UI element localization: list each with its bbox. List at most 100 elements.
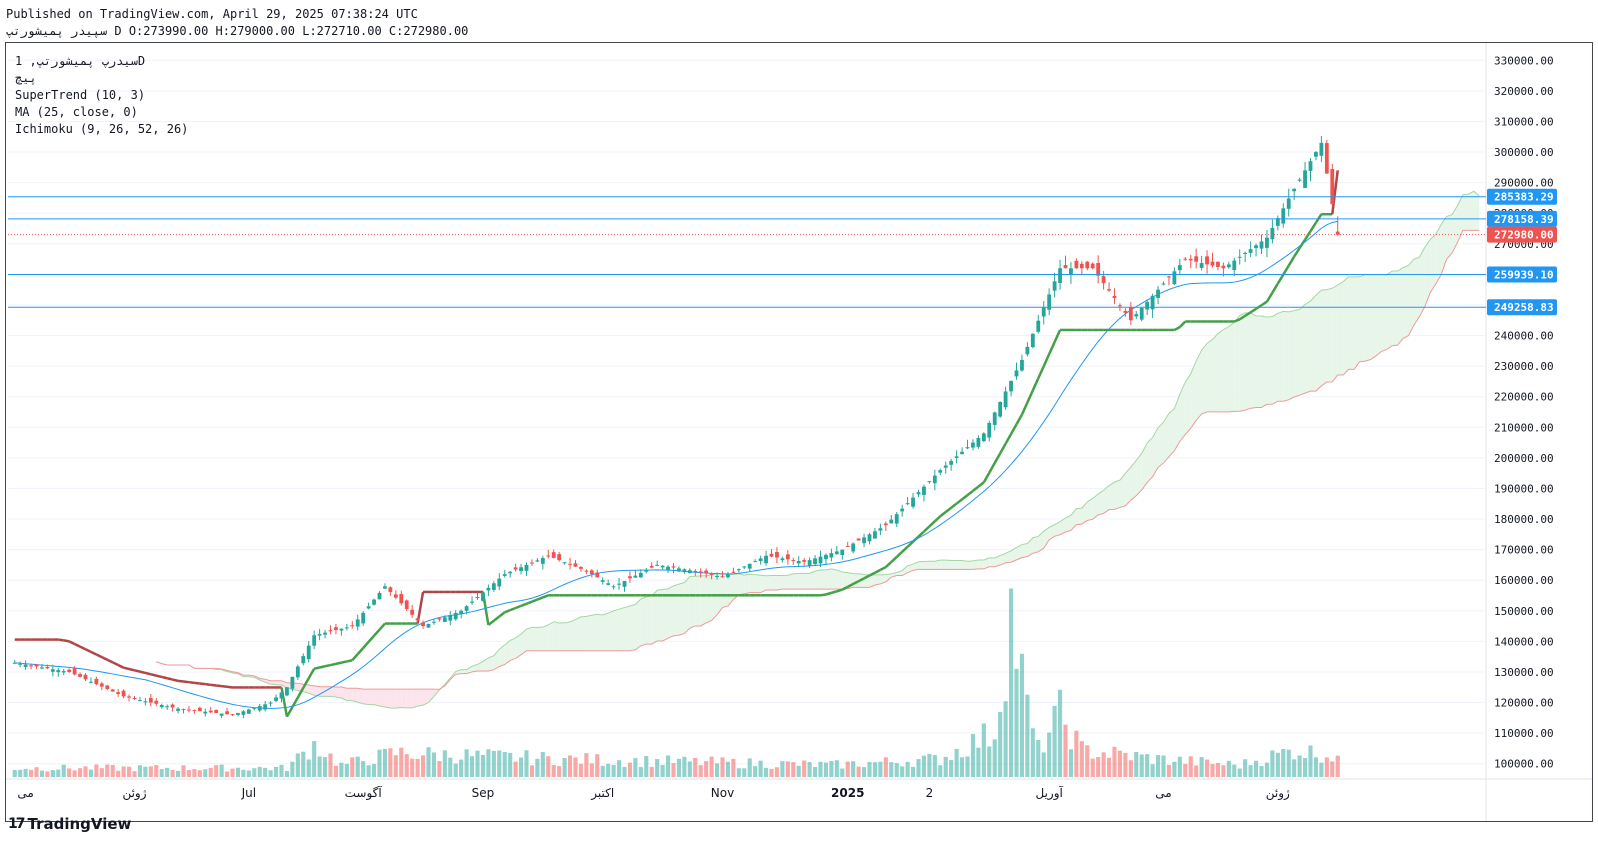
volume-bar [132, 771, 137, 777]
y-tick-label: 100000.00 [1494, 758, 1554, 771]
volume-bar [366, 765, 371, 777]
candle-body [1210, 261, 1215, 266]
supertrend-segment [79, 645, 87, 651]
candle-body [1330, 169, 1335, 205]
supertrend-segment [1048, 341, 1056, 355]
candle-body [1118, 305, 1122, 307]
ichimoku-span-a [156, 190, 1480, 709]
candle-body [731, 571, 736, 573]
volume-bar [1199, 757, 1204, 777]
volume-bar [714, 763, 720, 777]
volume-bar [333, 765, 339, 777]
ichimoku-cloud-segment [1076, 508, 1082, 525]
ichimoku-cloud-segment [1392, 271, 1398, 346]
volume-bar [1047, 732, 1052, 777]
ichimoku-cloud-segment [406, 689, 413, 708]
candle-body [1139, 308, 1144, 320]
candle-body [606, 583, 611, 585]
candle-body [470, 601, 474, 603]
volume-bar [731, 758, 736, 777]
supertrend-segment [509, 606, 517, 612]
y-tick-label: 220000.00 [1494, 391, 1554, 404]
supertrend-segment [123, 666, 130, 671]
legend-supertrend[interactable]: SuperTrend (10, 3) [15, 87, 188, 104]
legend-ma[interactable]: MA (25, close, 0) [15, 104, 188, 121]
candle-body [328, 630, 333, 632]
volume-bar [1117, 750, 1123, 777]
volume-bar [393, 755, 398, 777]
ichimoku-cloud-segment [1446, 214, 1453, 260]
supertrend-segment [1309, 222, 1317, 232]
tradingview-logo[interactable]: 17 TradingView [8, 815, 131, 833]
volume-bar [807, 762, 812, 777]
candle-body [1221, 265, 1226, 269]
candle-body [682, 569, 687, 572]
volume-bar [1172, 761, 1177, 777]
ichimoku-cloud-segment [940, 560, 946, 570]
volume-bar [39, 770, 45, 777]
supertrend-segment [536, 596, 544, 601]
volume-bar [317, 756, 322, 777]
volume-bar [1253, 760, 1259, 777]
x-tick-label: Nov [711, 786, 734, 800]
supertrend-segment [928, 520, 936, 528]
supertrend-segment [1271, 283, 1279, 294]
y-tick-label: 320000.00 [1494, 85, 1554, 98]
ichimoku-cloud-segment [1364, 274, 1371, 362]
volume-bar [1264, 762, 1270, 777]
ichimoku-cloud-segment [1321, 289, 1327, 386]
candle-body [720, 576, 725, 578]
volume-bar [774, 767, 780, 777]
y-tick-label: 180000.00 [1494, 513, 1554, 526]
ichimoku-cloud-segment [1430, 234, 1436, 293]
volume-bar [382, 748, 388, 777]
candle-body [998, 401, 1003, 417]
supertrend-segment [1042, 353, 1051, 367]
volume-bar [165, 767, 170, 777]
chart-frame[interactable]: 100000.00 110000.00 120000.00 130000.00 1400… [5, 42, 1593, 822]
ichimoku-cloud-segment [1359, 274, 1365, 362]
volume-bar [998, 712, 1003, 777]
ichimoku-cloud-segment [1109, 482, 1115, 510]
volume-bar [720, 757, 725, 777]
candle-body [568, 563, 572, 565]
volume-bar [28, 769, 34, 777]
candle-body [295, 666, 300, 678]
volume-bar [1319, 762, 1324, 777]
legend-ichimoku[interactable]: Ichimoku (9, 26, 52, 26) [15, 121, 188, 138]
ichimoku-cloud-segment [1179, 382, 1186, 442]
ichimoku-cloud-segment [1283, 311, 1289, 402]
supertrend-segment [161, 675, 168, 680]
volume-bar [622, 766, 627, 777]
candle-body [1036, 320, 1041, 332]
volume-bar [540, 752, 545, 777]
x-tick-label: آوریل [1035, 785, 1063, 801]
candle-body [72, 668, 77, 675]
volume-bar [404, 754, 409, 777]
volume-bar [273, 766, 279, 777]
volume-bar [426, 747, 431, 777]
volume-bar [214, 765, 219, 777]
ichimoku-cloud-segment [972, 560, 979, 570]
volume-bar [1139, 754, 1144, 777]
ichimoku-cloud-segment [1114, 480, 1120, 510]
volume-bar [192, 769, 197, 777]
candle-body [339, 628, 344, 631]
ichimoku-cloud-segment [608, 610, 614, 651]
candle-body [726, 574, 730, 578]
supertrend-segment [346, 659, 353, 663]
ichimoku-cloud-segment [1299, 304, 1306, 396]
supertrend-segment [199, 682, 206, 686]
volume-bar [682, 756, 687, 777]
candle-body [649, 565, 654, 568]
candle-body [274, 697, 278, 701]
volume-bar [840, 768, 845, 777]
candle-body [1041, 307, 1046, 317]
candle-body [236, 713, 240, 715]
volume-bar [339, 762, 344, 777]
price-chart[interactable]: 100000.00 110000.00 120000.00 130000.00 1400… [6, 43, 1592, 821]
ichimoku-cloud-segment [1228, 322, 1235, 412]
candle-body [584, 570, 589, 572]
candle-body [579, 567, 583, 569]
last-price-label: 272980.00 [1494, 229, 1554, 242]
